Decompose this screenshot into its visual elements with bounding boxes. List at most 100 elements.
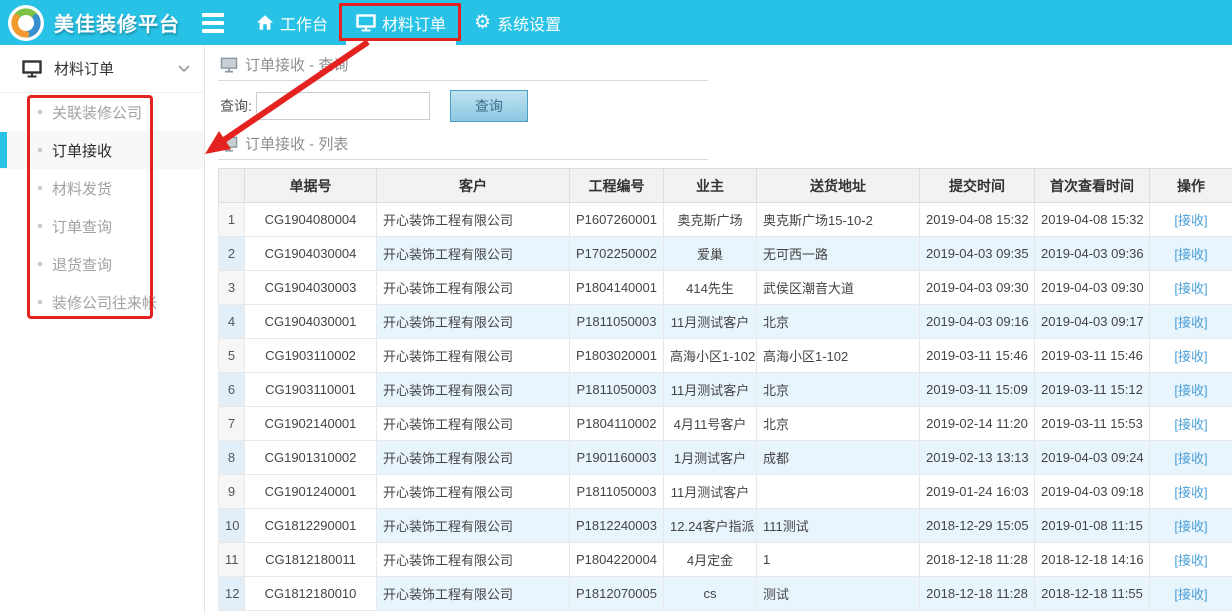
- column-header: 操作: [1150, 169, 1232, 203]
- sidebar-item-order-query[interactable]: 订单查询: [0, 207, 204, 245]
- hamburger-menu-icon[interactable]: [202, 0, 228, 45]
- first-view-time-cell: 2019-04-03 09:36: [1035, 237, 1150, 271]
- sidebar-item-material-shipping[interactable]: 材料发货: [0, 169, 204, 207]
- monitor-icon: [220, 57, 238, 73]
- app-title: 美佳装修平台: [54, 8, 180, 37]
- submit-time-cell: 2019-02-14 11:20: [920, 407, 1035, 441]
- sidebar-item-company-accounts[interactable]: 装修公司往来帐: [0, 283, 204, 321]
- nav-item-label: 系统设置: [497, 11, 561, 35]
- receive-link[interactable]: [接收]: [1174, 519, 1207, 534]
- bullet-icon: [38, 186, 42, 190]
- owner-cell: 4月定金: [664, 543, 757, 577]
- row-number: 7: [219, 407, 245, 441]
- row-number: 8: [219, 441, 245, 475]
- nav-menu: 工作台材料订单⚙系统设置: [242, 0, 575, 45]
- action-cell: [接收]: [1150, 203, 1232, 237]
- row-number: 2: [219, 237, 245, 271]
- action-cell: [接收]: [1150, 577, 1232, 611]
- row-number: 3: [219, 271, 245, 305]
- submit-time-cell: 2018-12-18 11:28: [920, 543, 1035, 577]
- sidebar-item-return-query[interactable]: 退货查询: [0, 245, 204, 283]
- sidebar-item-linked-companies[interactable]: 关联装修公司: [0, 93, 204, 131]
- query-input[interactable]: [256, 92, 430, 120]
- sidebar: 材料订单 关联装修公司订单接收材料发货订单查询退货查询装修公司往来帐: [0, 45, 205, 614]
- sidebar-item-label: 材料发货: [52, 178, 112, 199]
- bullet-icon: [38, 148, 42, 152]
- owner-cell: 12.24客户指派: [664, 509, 757, 543]
- action-cell: [接收]: [1150, 407, 1232, 441]
- owner-cell: 爱巢: [664, 237, 757, 271]
- sidebar-item-label: 关联装修公司: [52, 102, 142, 123]
- delivery-address-cell: 无可西一路: [757, 237, 920, 271]
- project-code-cell: P1901160003: [570, 441, 664, 475]
- owner-cell: 奥克斯广场: [664, 203, 757, 237]
- action-cell: [接收]: [1150, 339, 1232, 373]
- doc-number-cell: CG1812290001: [245, 509, 377, 543]
- owner-cell: 11月测试客户: [664, 475, 757, 509]
- project-code-cell: P1804220004: [570, 543, 664, 577]
- app-window: 美佳装修平台 工作台材料订单⚙系统设置 材料订单 关联装修公司订单接收材: [0, 0, 1232, 614]
- delivery-address-cell: 成都: [757, 441, 920, 475]
- row-number: 1: [219, 203, 245, 237]
- delivery-address-cell: 北京: [757, 373, 920, 407]
- customer-cell: 开心装饰工程有限公司: [377, 407, 570, 441]
- receive-link[interactable]: [接收]: [1174, 349, 1207, 364]
- sidebar-group-label: 材料订单: [54, 58, 166, 79]
- delivery-address-cell: 111测试: [757, 509, 920, 543]
- doc-number-cell: CG1904080004: [245, 203, 377, 237]
- customer-cell: 开心装饰工程有限公司: [377, 441, 570, 475]
- nav-item-system-settings[interactable]: ⚙系统设置: [460, 0, 575, 45]
- sidebar-group-material-orders[interactable]: 材料订单: [0, 45, 204, 93]
- project-code-cell: P1811050003: [570, 305, 664, 339]
- receive-link[interactable]: [接收]: [1174, 451, 1207, 466]
- table-row: 3CG1904030003开心装饰工程有限公司P1804140001414先生武…: [219, 271, 1232, 305]
- receive-link[interactable]: [接收]: [1174, 315, 1207, 330]
- bullet-icon: [38, 224, 42, 228]
- action-cell: [接收]: [1150, 271, 1232, 305]
- receive-link[interactable]: [接收]: [1174, 485, 1207, 500]
- project-code-cell: P1812240003: [570, 509, 664, 543]
- row-number: 5: [219, 339, 245, 373]
- table-body: 1CG1904080004开心装饰工程有限公司P1607260001奥克斯广场奥…: [219, 203, 1232, 611]
- query-input-label: 查询:: [220, 96, 252, 116]
- receive-link[interactable]: [接收]: [1174, 213, 1207, 228]
- row-number: 6: [219, 373, 245, 407]
- first-view-time-cell: 2019-04-03 09:30: [1035, 271, 1150, 305]
- column-header: 提交时间: [920, 169, 1035, 203]
- sidebar-item-label: 订单接收: [52, 140, 112, 161]
- table-row: 10CG1812290001开心装饰工程有限公司P181224000312.24…: [219, 509, 1232, 543]
- first-view-time-cell: 2019-04-03 09:24: [1035, 441, 1150, 475]
- action-cell: [接收]: [1150, 237, 1232, 271]
- first-view-time-cell: 2019-03-11 15:46: [1035, 339, 1150, 373]
- row-number: 12: [219, 577, 245, 611]
- customer-cell: 开心装饰工程有限公司: [377, 373, 570, 407]
- table-row: 5CG1903110002开心装饰工程有限公司P1803020001高海小区1-…: [219, 339, 1232, 373]
- owner-cell: cs: [664, 577, 757, 611]
- list-section-header: 订单接收 - 列表: [218, 130, 708, 160]
- receive-link[interactable]: [接收]: [1174, 553, 1207, 568]
- delivery-address-cell: 武侯区潮音大道: [757, 271, 920, 305]
- query-button[interactable]: 查询: [450, 90, 528, 122]
- list-section-title: 订单接收 - 列表: [245, 133, 348, 154]
- customer-cell: 开心装饰工程有限公司: [377, 543, 570, 577]
- receive-link[interactable]: [接收]: [1174, 281, 1207, 296]
- nav-item-workbench[interactable]: 工作台: [242, 0, 342, 45]
- sidebar-item-label: 订单查询: [52, 216, 112, 237]
- table-row: 4CG1904030001开心装饰工程有限公司P181105000311月测试客…: [219, 305, 1232, 339]
- doc-number-cell: CG1903110001: [245, 373, 377, 407]
- action-cell: [接收]: [1150, 509, 1232, 543]
- receive-link[interactable]: [接收]: [1174, 417, 1207, 432]
- receive-link[interactable]: [接收]: [1174, 383, 1207, 398]
- action-cell: [接收]: [1150, 305, 1232, 339]
- sidebar-item-order-receive[interactable]: 订单接收: [0, 131, 204, 169]
- receive-link[interactable]: [接收]: [1174, 247, 1207, 262]
- nav-item-material-orders[interactable]: 材料订单: [342, 0, 460, 45]
- receive-link[interactable]: [接收]: [1174, 587, 1207, 602]
- owner-cell: 高海小区1-102: [664, 339, 757, 373]
- customer-cell: 开心装饰工程有限公司: [377, 339, 570, 373]
- first-view-time-cell: 2019-01-08 11:15: [1035, 509, 1150, 543]
- first-view-time-cell: 2019-03-11 15:12: [1035, 373, 1150, 407]
- first-view-time-cell: 2019-03-11 15:53: [1035, 407, 1150, 441]
- doc-number-cell: CG1904030001: [245, 305, 377, 339]
- delivery-address-cell: 1: [757, 543, 920, 577]
